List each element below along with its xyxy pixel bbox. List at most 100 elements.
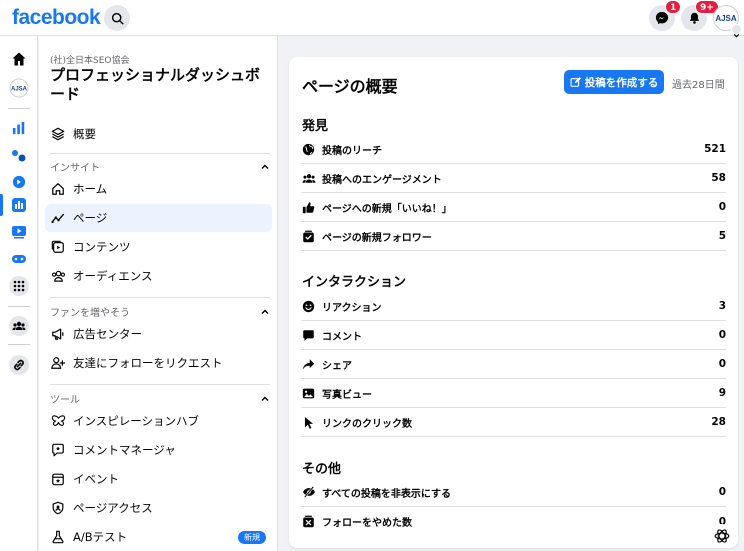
new-badge: 新規 [238, 530, 266, 544]
nav-comment-manager[interactable]: コメントマネージャ [45, 436, 272, 464]
nav-inspiration-hub[interactable]: インスピレーションハブ [45, 407, 272, 435]
nav-content[interactable]: コンテンツ [45, 233, 272, 261]
grid-icon [9, 276, 29, 296]
dashboard-icon [12, 198, 26, 212]
account-menu-chevron[interactable] [731, 24, 742, 38]
section-growth-header[interactable]: ファンを増やそう [50, 304, 270, 319]
nav-comment-manager-label: コメントマネージャ [73, 443, 176, 457]
compose-icon [570, 76, 581, 87]
search-icon [111, 12, 124, 25]
nav-page-access-label: ページアクセス [73, 501, 153, 515]
nav-ad-center[interactable]: 広告センター [45, 320, 272, 348]
nav-overview-label: 概要 [73, 127, 96, 141]
group-other-heading: その他 [302, 462, 342, 477]
rail-divider [8, 108, 30, 109]
metric-row: フォローをやめた数 0 [301, 507, 726, 536]
metric-label: ページの新規フォロワー [322, 232, 432, 244]
notifications-button[interactable]: 9+ [681, 0, 719, 31]
rail-page-avatar[interactable]: AJSA [7, 76, 31, 100]
metric-row: 投稿へのエンゲージメント 58 [301, 164, 726, 193]
metric-row: 写真ビュー 9 [301, 379, 726, 408]
page-avatar-icon: AJSA [9, 78, 29, 98]
globe-icon [301, 142, 316, 157]
nav-home-label: ホーム [73, 182, 108, 196]
rail-links[interactable] [7, 353, 31, 377]
nav-home[interactable]: ホーム [45, 175, 272, 203]
layers-icon [50, 126, 66, 142]
metric-value: 5 [718, 230, 726, 242]
rail-divider [8, 344, 30, 345]
groups-icon [9, 316, 29, 336]
nav-overview[interactable]: 概要 [45, 120, 272, 148]
create-post-button[interactable]: 投稿を作成する [564, 70, 664, 94]
rail-all-tools[interactable] [7, 274, 31, 298]
sidebar-divider [50, 384, 270, 385]
gamepad-icon [12, 255, 26, 263]
metric-label: フォローをやめた数 [322, 518, 412, 529]
messenger-button[interactable]: 1 [649, 0, 682, 31]
rail-content[interactable] [7, 170, 31, 194]
calendar-star-icon [50, 471, 66, 487]
people-icon [301, 171, 316, 186]
nav-content-label: コンテンツ [73, 240, 131, 254]
rail-active-indicator [0, 194, 3, 216]
nav-inspiration-hub-label: インスピレーションハブ [73, 414, 200, 428]
section-tools-header[interactable]: ツール [50, 391, 270, 406]
nav-events-label: イベント [73, 472, 119, 486]
page-overview-title: ページの概要 [302, 77, 398, 96]
nav-page-access[interactable]: ページアクセス [45, 494, 272, 522]
metric-label: 写真ビュー [322, 389, 372, 401]
rail-professional-dashboard[interactable] [7, 193, 31, 217]
rail-video[interactable] [7, 220, 31, 244]
nav-events[interactable]: イベント [45, 465, 272, 493]
metric-row: リアクション 3 [301, 292, 726, 321]
metric-row: リンクのクリック数 28 [301, 408, 726, 437]
rail-gaming[interactable] [7, 247, 31, 271]
nav-ab-test[interactable]: A/Bテスト 新規 [45, 523, 272, 551]
chevron-up-icon [261, 163, 269, 169]
share-icon [301, 357, 316, 372]
chevron-up-icon [261, 395, 269, 401]
nav-ad-center-label: 広告センター [73, 327, 142, 341]
nav-invite-friends[interactable]: 友達にフォローをリクエスト [45, 349, 272, 377]
assistant-launcher-button[interactable] [710, 524, 734, 548]
rail-home[interactable] [7, 47, 31, 71]
metric-label: すべての投稿を非表示にする [322, 488, 451, 500]
metric-row: すべての投稿を非表示にする 0 [301, 478, 726, 507]
messenger-icon [655, 11, 669, 25]
nav-page-label: ページ [73, 211, 108, 225]
sidebar-divider [50, 297, 270, 298]
nav-page[interactable]: ページ [45, 204, 272, 232]
comment-icon [301, 328, 316, 343]
metric-value: 0 [718, 486, 726, 498]
rail-insights[interactable] [7, 116, 31, 140]
person-add-icon [50, 355, 66, 371]
metric-label: ページへの新規「いいね！」 [322, 203, 452, 215]
group-interaction-heading: インタラクション [302, 275, 407, 290]
metric-label: 投稿のリーチ [322, 145, 382, 157]
sidebar-divider [50, 153, 270, 154]
metric-row: シェア 0 [301, 350, 726, 379]
rail-groups[interactable] [7, 314, 31, 338]
search-button[interactable] [104, 5, 130, 31]
metric-value: 0 [718, 358, 726, 370]
period-label[interactable]: 過去28日間 [672, 76, 725, 91]
shield-person-icon [50, 500, 66, 516]
nav-ab-test-label: A/Bテスト [73, 530, 128, 544]
svg-text:AJSA: AJSA [11, 87, 28, 93]
butterfly-icon [50, 413, 66, 429]
nav-audience[interactable]: オーディエンス [45, 262, 272, 290]
icon-rail: AJSA [0, 36, 38, 551]
facebook-logo[interactable]: facebook [12, 6, 101, 30]
follow-check-icon [301, 229, 316, 244]
section-insights-label: インサイト [50, 163, 100, 174]
chevron-down-icon [733, 33, 740, 38]
audience-outline-icon [50, 268, 66, 284]
metric-row: ページへの新規「いいね！」 0 [301, 193, 726, 222]
messenger-badge: 1 [665, 0, 682, 14]
rail-audience[interactable] [7, 144, 31, 168]
dashboard-title: プロフェッショナルダッシュボード [50, 66, 261, 103]
group-discovery-heading: 発見 [302, 119, 329, 134]
section-insights-header[interactable]: インサイト [50, 159, 270, 174]
photo-icon [301, 386, 316, 401]
